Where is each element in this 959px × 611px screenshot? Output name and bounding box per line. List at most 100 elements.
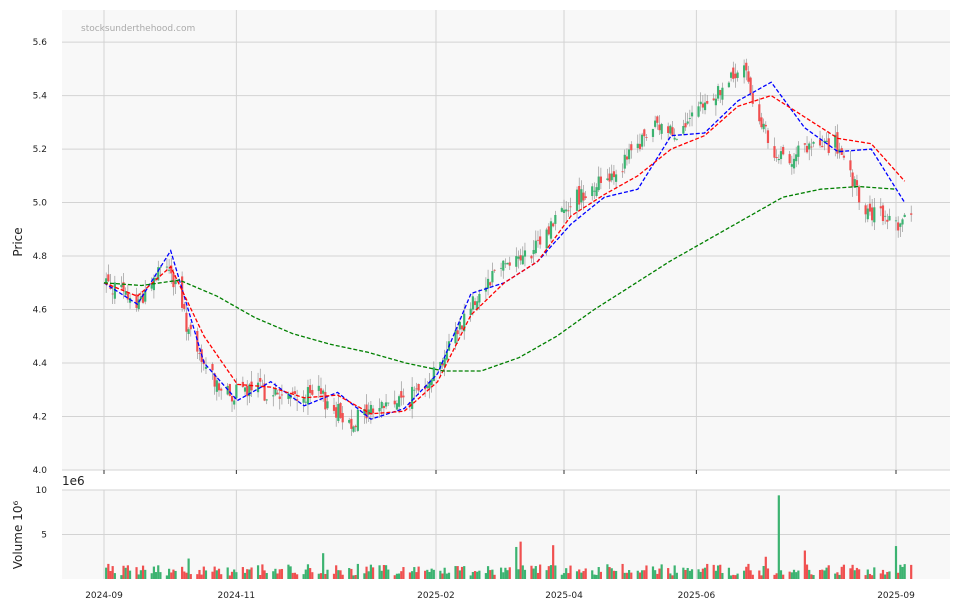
volume-bar <box>812 575 815 579</box>
candle-body <box>743 65 746 78</box>
candle-body <box>690 112 694 117</box>
candle-body <box>886 219 889 222</box>
volume-bar <box>241 567 244 579</box>
candle-body <box>204 366 208 369</box>
candle-body <box>493 269 496 271</box>
candle-body <box>402 395 405 398</box>
volume-bar <box>901 566 904 579</box>
volume-bar <box>554 565 557 579</box>
price-y-tick-label: 5.2 <box>33 145 47 155</box>
volume-bar <box>371 567 375 579</box>
price-y-ticks: 4.0 4.2 4.4 4.6 4.8 5.0 5.2 5.4 5.6 <box>33 38 48 476</box>
candle-body <box>382 405 386 409</box>
volume-bar <box>228 575 231 579</box>
volume-bar <box>170 572 173 579</box>
volume-bar <box>256 565 260 579</box>
candle-body <box>243 387 247 392</box>
volume-bar <box>367 571 370 579</box>
candle-body <box>415 388 418 390</box>
candle-body <box>732 67 735 79</box>
volume-bar <box>569 565 572 579</box>
volume-bar <box>675 572 678 579</box>
volume-bar <box>317 573 320 579</box>
volume-bar <box>220 574 223 579</box>
candle-body <box>506 262 509 265</box>
candle-body <box>703 102 707 111</box>
candle-body <box>521 255 524 265</box>
candle-body <box>818 139 822 146</box>
candle-body <box>384 402 388 407</box>
volume-bar <box>120 575 123 579</box>
volume-bar <box>126 565 129 579</box>
volume-bar <box>621 563 624 579</box>
candle-body <box>554 214 557 224</box>
volume-bar <box>185 572 188 579</box>
volume-bar <box>645 565 648 579</box>
volume-bar <box>167 568 171 579</box>
price-y-tick-label: 5.6 <box>33 38 48 48</box>
candle-body <box>803 143 806 145</box>
candle-body <box>539 236 542 245</box>
volume-bar <box>463 566 466 579</box>
volume-bar <box>595 574 598 579</box>
volume-bar <box>712 564 715 579</box>
volume-bar <box>473 571 477 579</box>
candle-body <box>256 382 260 393</box>
stock-chart: 4.0 4.2 4.4 4.6 4.8 5.0 5.2 5.4 5.6 stocksundert… <box>11 10 950 601</box>
candle-body <box>183 303 186 309</box>
volume-bar <box>384 565 388 579</box>
volume-bar <box>818 569 822 579</box>
candle-body <box>530 255 533 259</box>
candle-body <box>478 293 481 303</box>
candle-body <box>122 282 125 290</box>
volume-bar <box>309 568 312 579</box>
candle-body <box>825 140 828 142</box>
candle-body <box>486 278 490 289</box>
candle-body <box>881 205 885 222</box>
volume-bar <box>174 570 177 579</box>
candle-body <box>760 117 763 128</box>
volume-bar <box>517 569 520 579</box>
candle-body <box>534 240 537 254</box>
candle-body <box>473 301 477 306</box>
volume-bar <box>716 565 720 579</box>
candle-body <box>189 324 192 330</box>
volume-bar <box>491 569 494 579</box>
volume-bar <box>382 564 386 579</box>
volume-bar <box>248 569 251 579</box>
candle-body <box>701 103 704 108</box>
candle-body <box>332 404 336 411</box>
volume-bar <box>150 573 153 579</box>
volume-bar <box>758 570 761 579</box>
candle-body <box>578 185 581 205</box>
volume-bar <box>560 574 563 579</box>
volume-bar <box>378 565 381 579</box>
candle-body <box>350 418 353 429</box>
volume-bar <box>211 571 214 579</box>
candle-body <box>217 383 221 391</box>
volume-bar <box>729 575 733 579</box>
candle-body <box>745 62 748 71</box>
candle-body <box>712 98 715 101</box>
candle-body <box>105 278 108 283</box>
candle-body <box>727 82 731 88</box>
volume-bar <box>460 566 464 579</box>
volume-bar <box>658 568 661 579</box>
volume-bar <box>335 565 338 579</box>
candle-body <box>706 100 709 104</box>
volume-bar <box>660 564 663 579</box>
volume-bar <box>552 545 555 579</box>
volume-bar <box>582 571 585 579</box>
candle-body <box>311 389 314 395</box>
candle-body <box>233 400 236 405</box>
volume-bar <box>810 574 813 579</box>
candle-body <box>517 256 520 259</box>
candle-body <box>645 137 648 139</box>
volume-bar <box>593 574 596 579</box>
volume-bar <box>547 566 550 579</box>
volume-bar <box>122 565 125 579</box>
candle-body <box>417 383 420 391</box>
volume-bar <box>287 564 290 579</box>
volume-bar <box>608 567 611 579</box>
volume-bar <box>157 565 160 579</box>
